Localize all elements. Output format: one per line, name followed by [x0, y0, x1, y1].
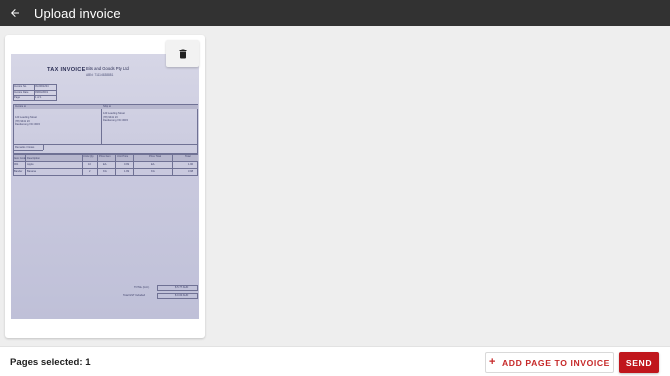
bill-to-label: Invoice to — [15, 105, 27, 108]
pages-selected-label: Pages selected: — [10, 357, 83, 368]
ship-to-label: Ship to — [103, 105, 112, 108]
table-cell: KG — [151, 170, 155, 173]
delete-page-button[interactable] — [166, 40, 199, 67]
plus-icon: + — [488, 356, 496, 368]
invoice-field-value: IN-0001234 — [35, 85, 49, 88]
table-cell: 3.98 — [188, 170, 194, 173]
app-bar: Upload invoice — [0, 0, 670, 26]
total-value: $ 5.77 AUD — [175, 286, 189, 289]
back-button[interactable] — [1, 0, 29, 26]
table-cell: EA — [151, 163, 155, 166]
invoice-heading: TAX INVOICE — [47, 67, 86, 73]
page-title: Upload invoice — [34, 5, 121, 21]
ship-address-line: Dandenong VIC 3015 — [103, 119, 128, 122]
add-page-label: ADD PAGE TO INVOICE — [502, 357, 611, 368]
bill-address-line: Dandenong VIC 3015 — [15, 123, 40, 126]
table-cell: 1.90 — [188, 163, 194, 166]
pages-selected-count: 1 — [85, 357, 91, 368]
invoice-abn: ABN: 71114638881 — [86, 73, 114, 77]
pages-selected-status: Pages selected: 1 — [10, 357, 91, 368]
pages-area: TAX INVOICE Bits and Goods Pty Ltd ABN: … — [0, 26, 670, 346]
invoice-document: TAX INVOICE Bits and Goods Pty Ltd ABN: … — [11, 54, 199, 319]
table-cell: Apple — [27, 163, 34, 166]
table-cell: 001 — [14, 163, 19, 166]
invoice-photo: TAX INVOICE Bits and Goods Pty Ltd ABN: … — [11, 54, 199, 319]
invoice-field-value: 1 of 1 — [35, 96, 42, 100]
table-cell: Banana — [27, 170, 36, 173]
add-page-button[interactable]: + ADD PAGE TO INVOICE — [485, 352, 614, 373]
invoice-field-value: 03/04/2019 — [35, 90, 48, 94]
invoice-field: Invoice No. — [14, 85, 27, 88]
table-cell: 2 — [89, 170, 91, 173]
column-header: Price Item — [99, 155, 111, 158]
total-label: TOTAL (Incl.) — [134, 286, 150, 289]
table-cell: 1.99 — [124, 170, 130, 173]
invoice-field: Invoice Date — [14, 90, 29, 94]
invoice-page-card[interactable]: TAX INVOICE Bits and Goods Pty Ltd ABN: … — [5, 35, 205, 338]
gst-label: Total GST Included — [123, 294, 146, 297]
column-header: Total — [185, 155, 191, 158]
remarks-label: Remarks / Notes — [15, 145, 35, 149]
column-header: Item Code — [14, 157, 26, 160]
gst-value: $ 0.00 AUD — [175, 294, 189, 297]
invoice-field: Page — [14, 96, 21, 100]
table-cell: EA — [103, 163, 107, 166]
send-button[interactable]: SEND — [619, 352, 659, 373]
table-cell: 0.99 — [124, 163, 130, 166]
invoice-company: Bits and Goods Pty Ltd — [86, 66, 129, 71]
table-cell: Bander — [14, 170, 23, 173]
column-header: Description — [27, 157, 40, 160]
column-header: Price Total — [149, 155, 162, 158]
arrow-left-icon — [11, 9, 19, 17]
column-header: Units Qty — [83, 155, 94, 158]
column-header: Unit Price — [117, 155, 129, 158]
bottom-bar: Pages selected: 1 + ADD PAGE TO INVOICE … — [0, 346, 670, 376]
table-cell: KG — [103, 170, 107, 173]
table-cell: 10 — [88, 163, 91, 166]
trash-icon — [179, 49, 186, 58]
